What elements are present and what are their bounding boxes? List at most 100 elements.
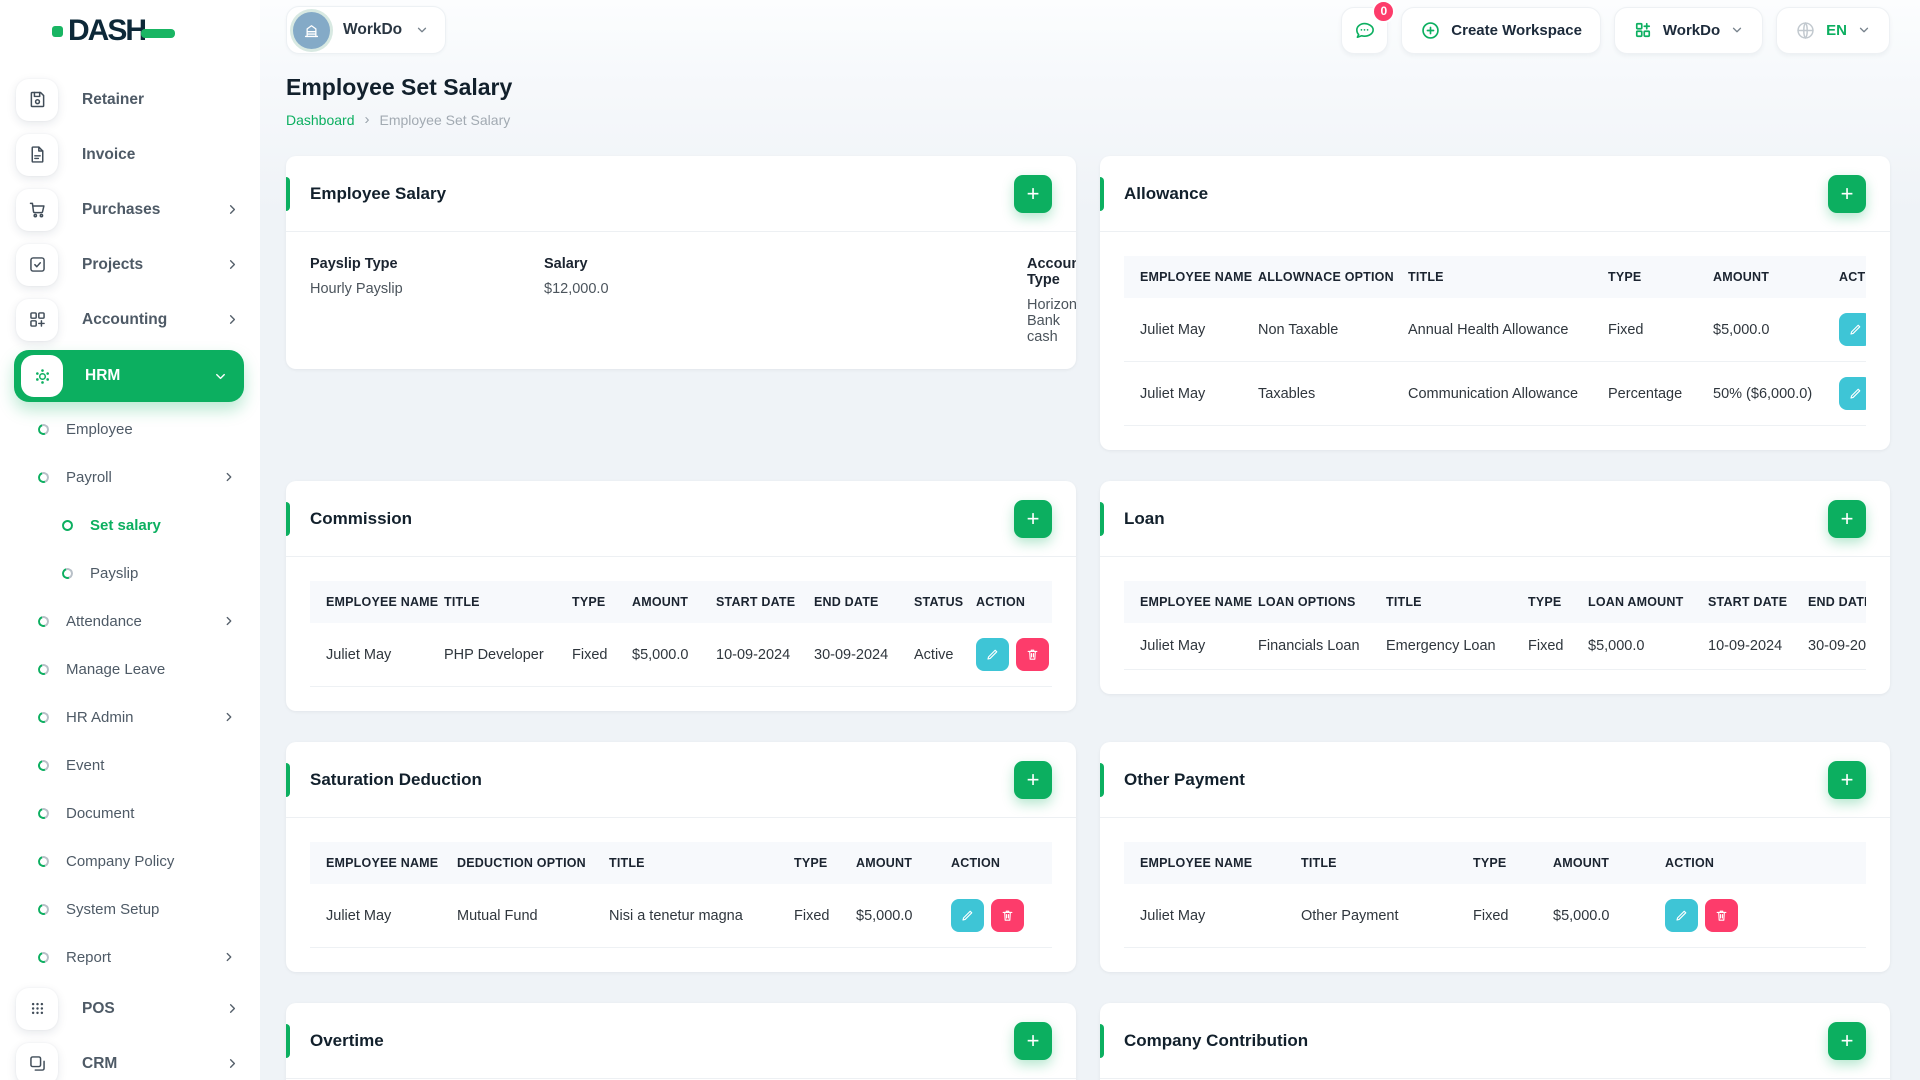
overtime-card: Overtime + — [286, 1003, 1076, 1080]
breadcrumb-dashboard-link[interactable]: Dashboard — [286, 112, 355, 128]
bullet-ring-icon — [36, 901, 51, 917]
sidebar-item-hrm[interactable]: HRM — [14, 350, 244, 402]
column-header: ACTION — [1653, 842, 1866, 884]
card-title: Company Contribution — [1124, 1030, 1309, 1050]
sidebar-item-attendance[interactable]: Attendance — [0, 597, 260, 645]
sidebar: DASH Retainer Invoice Purchases Projects… — [0, 0, 260, 1080]
sidebar-item-document[interactable]: Document — [0, 789, 260, 837]
language-selector[interactable]: EN — [1776, 6, 1890, 54]
column-header: AMOUNT — [1701, 256, 1827, 298]
edit-button[interactable] — [1839, 313, 1866, 346]
cell-employee: Juliet May — [310, 623, 432, 687]
sidebar-item-label: System Setup — [66, 900, 160, 918]
edit-button[interactable] — [976, 638, 1009, 671]
sidebar-item-label: Manage Leave — [66, 660, 166, 678]
add-commission-button[interactable]: + — [1014, 499, 1052, 538]
sidebar-item-accounting[interactable]: Accounting — [0, 292, 260, 347]
sidebar-item-set-salary[interactable]: Set salary — [0, 501, 260, 549]
sidebar-item-label: Company Policy — [66, 852, 175, 870]
loan-table: EMPLOYEE NAME LOAN OPTIONS TITLE TYPE LO… — [1124, 581, 1866, 670]
cell-amount: $5,000.0 — [1541, 884, 1653, 948]
workdo-menu-button[interactable]: WorkDo — [1613, 6, 1764, 54]
sidebar-item-pos[interactable]: POS — [0, 981, 260, 1036]
sidebar-item-report[interactable]: Report — [0, 933, 260, 981]
add-overtime-button[interactable]: + — [1014, 1021, 1052, 1060]
column-header: EMPLOYEE NAME — [1124, 256, 1252, 298]
sidebar-item-company-policy[interactable]: Company Policy — [0, 837, 260, 885]
table-row: Juliet May Other Payment Fixed $5,000.0 — [1124, 884, 1866, 948]
hrm-icon — [21, 355, 63, 397]
sidebar-item-retainer[interactable]: Retainer — [0, 72, 260, 127]
sidebar-item-label: Projects — [82, 255, 144, 273]
table-header-row: EMPLOYEE NAME LOAN OPTIONS TITLE TYPE LO… — [1124, 581, 1866, 623]
cell-amount: $5,000.0 — [844, 884, 939, 948]
table-row: Juliet May Mutual Fund Nisi a tenetur ma… — [310, 884, 1052, 948]
sidebar-item-payslip[interactable]: Payslip — [0, 549, 260, 597]
column-header: EMPLOYEE NAME — [1124, 842, 1289, 884]
logo-dot — [52, 25, 63, 37]
plus-icon: + — [1026, 766, 1040, 792]
messages-button[interactable]: 0 — [1341, 0, 1396, 54]
sidebar-item-payroll[interactable]: Payroll — [0, 453, 260, 501]
column-header: TYPE — [782, 842, 844, 884]
add-company-contribution-button[interactable]: + — [1828, 1021, 1866, 1060]
cell-type: Fixed — [1461, 884, 1541, 948]
edit-button[interactable] — [1839, 377, 1866, 410]
column-header: AMOUNT — [620, 581, 704, 623]
column-header: EMPLOYEE NAME — [310, 842, 445, 884]
plus-icon: + — [1840, 1027, 1854, 1053]
sidebar-item-crm[interactable]: CRM — [0, 1036, 260, 1080]
language-label: EN — [1826, 21, 1847, 39]
chevron-right-icon — [222, 950, 236, 964]
delete-button[interactable] — [1705, 899, 1738, 932]
plus-icon: + — [1026, 505, 1040, 531]
chevron-down-icon — [415, 23, 429, 37]
cell-employee: Juliet May — [1124, 884, 1289, 948]
cell-employee: Juliet May — [310, 884, 445, 948]
sidebar-item-purchases[interactable]: Purchases — [0, 182, 260, 237]
add-other-payment-button[interactable]: + — [1828, 760, 1866, 799]
sidebar-item-manage-leave[interactable]: Manage Leave — [0, 645, 260, 693]
page-title: Employee Set Salary — [286, 74, 513, 100]
sidebar-item-employee[interactable]: Employee — [0, 405, 260, 453]
card-body: EMPLOYEE NAME TITLE TYPE AMOUNT START DA… — [286, 557, 1076, 711]
edit-button[interactable] — [951, 899, 984, 932]
cell-type: Fixed — [560, 623, 620, 687]
field-value: $12,000.0 — [544, 281, 609, 297]
column-header: ACTION — [1827, 256, 1866, 298]
sidebar-item-invoice[interactable]: Invoice — [0, 127, 260, 182]
workspace-switcher[interactable]: WorkDo — [286, 6, 447, 54]
delete-button[interactable] — [1016, 638, 1049, 671]
sidebar-item-projects[interactable]: Projects — [0, 237, 260, 292]
column-header: TITLE — [1289, 842, 1461, 884]
add-employee-salary-button[interactable]: + — [1014, 174, 1052, 213]
add-allowance-button[interactable]: + — [1828, 174, 1866, 213]
sidebar-item-hr-admin[interactable]: HR Admin — [0, 693, 260, 741]
sidebar-item-label: Invoice — [82, 145, 136, 163]
delete-button[interactable] — [991, 899, 1024, 932]
column-header: TYPE — [560, 581, 620, 623]
chevron-right-icon — [225, 312, 240, 327]
cell-title: Nisi a tenetur magna — [597, 884, 782, 948]
sidebar-item-event[interactable]: Event — [0, 741, 260, 789]
sidebar-item-label: Payroll — [66, 468, 112, 486]
table-row: Juliet May Non Taxable Annual Health All… — [1124, 298, 1866, 362]
add-saturation-deduction-button[interactable]: + — [1014, 760, 1052, 799]
table-row: Juliet May PHP Developer Fixed $5,000.0 … — [310, 623, 1052, 687]
card-title: Commission — [310, 508, 413, 528]
accounting-icon — [16, 298, 58, 341]
breadcrumb: Dashboard › Employee Set Salary — [286, 111, 1890, 128]
field-value: Horizon Bank cash — [1027, 297, 1076, 345]
add-loan-button[interactable]: + — [1828, 499, 1866, 538]
card-header: Loan + — [1100, 481, 1890, 557]
edit-button[interactable] — [1665, 899, 1698, 932]
sidebar-item-system-setup[interactable]: System Setup — [0, 885, 260, 933]
table-header-row: EMPLOYEE NAME ALLOWNACE OPTION TITLE TYP… — [1124, 256, 1866, 298]
pos-icon — [16, 987, 58, 1030]
card-title: Allowance — [1124, 183, 1209, 203]
plus-icon: + — [1026, 180, 1040, 206]
card-body: EMPLOYEE NAME DEDUCTION OPTION TITLE TYP… — [286, 818, 1076, 972]
app-logo[interactable]: DASH — [0, 0, 260, 62]
table-header-row: EMPLOYEE NAME DEDUCTION OPTION TITLE TYP… — [310, 842, 1052, 884]
create-workspace-button[interactable]: Create Workspace — [1401, 6, 1601, 54]
